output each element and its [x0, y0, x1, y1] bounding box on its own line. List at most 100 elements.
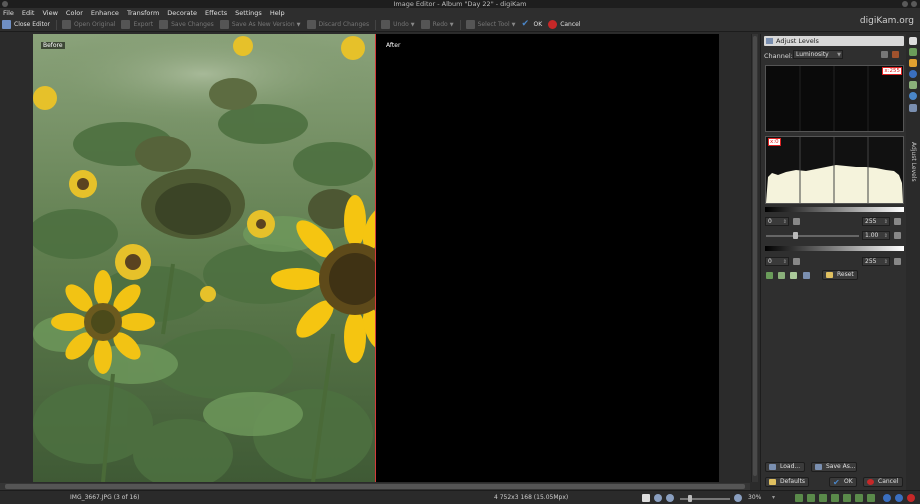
output-max-spinbox[interactable]: 255 ⇕: [862, 257, 890, 266]
discard-changes-button[interactable]: Discard Changes: [306, 20, 369, 29]
compare-view-icon[interactable]: [855, 494, 863, 502]
metadata-icon[interactable]: [909, 48, 917, 56]
toolbar-separator: [56, 19, 58, 30]
fit-window-icon[interactable]: [642, 494, 650, 502]
menu-edit[interactable]: Edit: [22, 9, 35, 17]
discard-icon: [306, 20, 316, 29]
channel-select[interactable]: Luminosity ▼: [793, 50, 843, 59]
input-min-spinbox[interactable]: 0 ⇕: [765, 217, 789, 226]
before-preview-image: Before: [33, 34, 376, 482]
horizontal-scroll-thumb[interactable]: [5, 484, 745, 489]
select-tool-button[interactable]: Select Tool ▼: [465, 20, 516, 29]
zoom-out-icon[interactable]: [666, 494, 674, 502]
minimize-icon[interactable]: [902, 1, 908, 7]
window-title: Image Editor - Album "Day 22" - digiKam: [393, 0, 527, 8]
sidebar-tab-adjust-levels[interactable]: Adjust Levels: [909, 142, 917, 202]
output-max-picker-icon[interactable]: [894, 258, 901, 265]
undo-button[interactable]: Undo ▼: [381, 20, 415, 29]
gray-point-eyedropper-icon[interactable]: [778, 272, 785, 279]
gamma-slider-handle[interactable]: [793, 232, 798, 239]
input-max-spinbox[interactable]: 255 ⇕: [862, 217, 890, 226]
help-icon[interactable]: [895, 494, 903, 502]
open-original-button[interactable]: Open Original: [62, 20, 115, 29]
chevron-down-icon[interactable]: ▾: [772, 494, 775, 501]
chevron-down-icon[interactable]: ▼: [411, 22, 415, 28]
check-icon: ✔: [521, 19, 530, 29]
tools-icon[interactable]: [909, 104, 917, 112]
menu-view[interactable]: View: [42, 9, 57, 17]
cancel-button[interactable]: Cancel: [548, 20, 581, 29]
save-as-button[interactable]: Save As...: [811, 462, 857, 472]
menu-transform[interactable]: Transform: [127, 9, 159, 17]
save-as-new-version-button[interactable]: Save As New Version ▼: [219, 20, 301, 29]
properties-icon[interactable]: [909, 37, 917, 45]
close-editor-icon: [2, 20, 11, 29]
zoom-in-icon[interactable]: [654, 494, 662, 502]
gamma-slider[interactable]: [766, 235, 859, 237]
save-changes-button[interactable]: Save Changes: [159, 20, 214, 29]
white-point-eyedropper-icon[interactable]: [790, 272, 797, 279]
menu-effects[interactable]: Effects: [205, 9, 227, 17]
auto-levels-icon[interactable]: [803, 272, 810, 279]
split-view-icon[interactable]: [843, 494, 851, 502]
input-min-picker-icon[interactable]: [793, 218, 800, 225]
gamma-picker-icon[interactable]: [894, 232, 901, 239]
gamma-spinbox[interactable]: 1.00 ⇕: [862, 231, 890, 240]
panel-cancel-button[interactable]: Cancel: [863, 477, 903, 487]
vertical-scroll-thumb[interactable]: [753, 36, 757, 476]
zoom-slider-handle[interactable]: [688, 495, 692, 502]
geolocation-icon[interactable]: [909, 70, 917, 78]
load-button[interactable]: Load...: [765, 462, 805, 472]
right-sidebar: Adjust Levels: [906, 34, 920, 490]
select-tool-icon: [465, 20, 475, 29]
preview-mode-icon[interactable]: [831, 494, 839, 502]
linear-scale-icon[interactable]: [881, 51, 888, 58]
under-exposure-icon[interactable]: [807, 494, 815, 502]
output-min-picker-icon[interactable]: [793, 258, 800, 265]
vertical-scrollbar[interactable]: [751, 34, 758, 482]
mask-view-icon[interactable]: [867, 494, 875, 502]
close-window-icon[interactable]: [911, 1, 917, 7]
log-scale-icon[interactable]: [892, 51, 899, 58]
menu-help[interactable]: Help: [270, 9, 285, 17]
menu-settings[interactable]: Settings: [235, 9, 262, 17]
output-min-spinbox[interactable]: 0 ⇕: [765, 257, 789, 266]
panel-ok-button[interactable]: ✔ OK: [829, 477, 857, 487]
input-levels-gradient[interactable]: [765, 207, 904, 212]
defaults-button[interactable]: Defaults: [765, 477, 809, 487]
menu-color[interactable]: Color: [66, 9, 83, 17]
input-max-picker-icon[interactable]: [894, 218, 901, 225]
over-exposure-icon[interactable]: [819, 494, 827, 502]
menu-file[interactable]: File: [3, 9, 14, 17]
reset-button[interactable]: Reset: [822, 270, 858, 280]
luminosity-histogram-curve: [766, 137, 903, 203]
output-levels-gradient[interactable]: [765, 246, 904, 251]
undo-icon: [381, 20, 391, 29]
save-icon: [159, 20, 169, 29]
colors-icon[interactable]: [909, 59, 917, 67]
export-button[interactable]: Export: [121, 20, 153, 29]
main-toolbar: Close Editor Open Original Export Save C…: [0, 18, 920, 32]
status-dimensions: 4 752x3 168 (15.05Mpx): [494, 494, 569, 501]
menu-decorate[interactable]: Decorate: [167, 9, 197, 17]
chevron-down-icon[interactable]: ▼: [450, 22, 454, 28]
zoom-in-small-icon[interactable]: [734, 494, 742, 502]
color-managed-icon[interactable]: [795, 494, 803, 502]
chevron-down-icon[interactable]: ▼: [512, 22, 516, 28]
chevron-down-icon[interactable]: ▼: [297, 22, 301, 28]
warning-icon[interactable]: [907, 494, 915, 502]
check-icon: ✔: [833, 478, 840, 487]
menu-enhance[interactable]: Enhance: [91, 9, 119, 17]
redo-button[interactable]: Redo ▼: [420, 20, 454, 29]
info-icon[interactable]: [883, 494, 891, 502]
window-menu-icon[interactable]: [2, 1, 8, 7]
tags-icon[interactable]: [909, 81, 917, 89]
horizontal-scrollbar[interactable]: [0, 483, 750, 490]
after-label: After: [384, 42, 403, 49]
versions-icon[interactable]: [909, 92, 917, 100]
ok-button[interactable]: ✔ OK: [522, 20, 543, 29]
zoom-level[interactable]: 30%: [748, 494, 761, 501]
toolbar-separator: [459, 19, 461, 30]
black-point-eyedropper-icon[interactable]: [766, 272, 773, 279]
close-editor-button[interactable]: Close Editor: [2, 20, 50, 29]
